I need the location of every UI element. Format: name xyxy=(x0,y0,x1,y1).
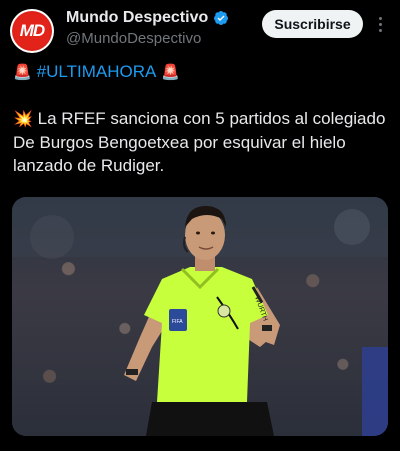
hashtag-link[interactable]: #ULTIMAHORA xyxy=(37,62,157,82)
subscribe-button[interactable]: Suscribirse xyxy=(262,10,363,38)
name-row: Mundo Despectivo xyxy=(66,9,229,27)
tweet-media-photo[interactable]: WURTH FIFA xyxy=(12,197,388,436)
account-handle[interactable]: @MundoDespectivo xyxy=(66,30,201,47)
siren-emoji-left-icon: 🚨 xyxy=(13,63,32,81)
hashtag-row: 🚨 #ULTIMAHORA 🚨 xyxy=(13,62,180,82)
referee-photo: WURTH FIFA xyxy=(12,197,388,436)
siren-emoji-right-icon: 🚨 xyxy=(161,63,181,81)
more-dot xyxy=(378,28,382,32)
collision-emoji-icon: 💥 xyxy=(13,111,33,128)
verified-badge-icon xyxy=(214,11,229,25)
tweet-text: 💥 La RFEF sanciona con 5 partidos al col… xyxy=(13,107,393,177)
tweet-body: La RFEF sanciona con 5 partidos al coleg… xyxy=(13,109,386,175)
avatar-logo-text: MD xyxy=(19,21,45,40)
avatar[interactable]: MD xyxy=(10,9,54,53)
tweet-header: MD Mundo Despectivo @MundoDespectivo Sus… xyxy=(0,0,400,58)
more-dot xyxy=(378,16,382,20)
avatar-logo: MD xyxy=(12,11,52,51)
more-dot xyxy=(378,22,382,26)
more-options-icon[interactable] xyxy=(370,11,390,37)
fifa-badge-text: FIFA xyxy=(172,319,183,325)
display-name[interactable]: Mundo Despectivo xyxy=(66,9,208,27)
